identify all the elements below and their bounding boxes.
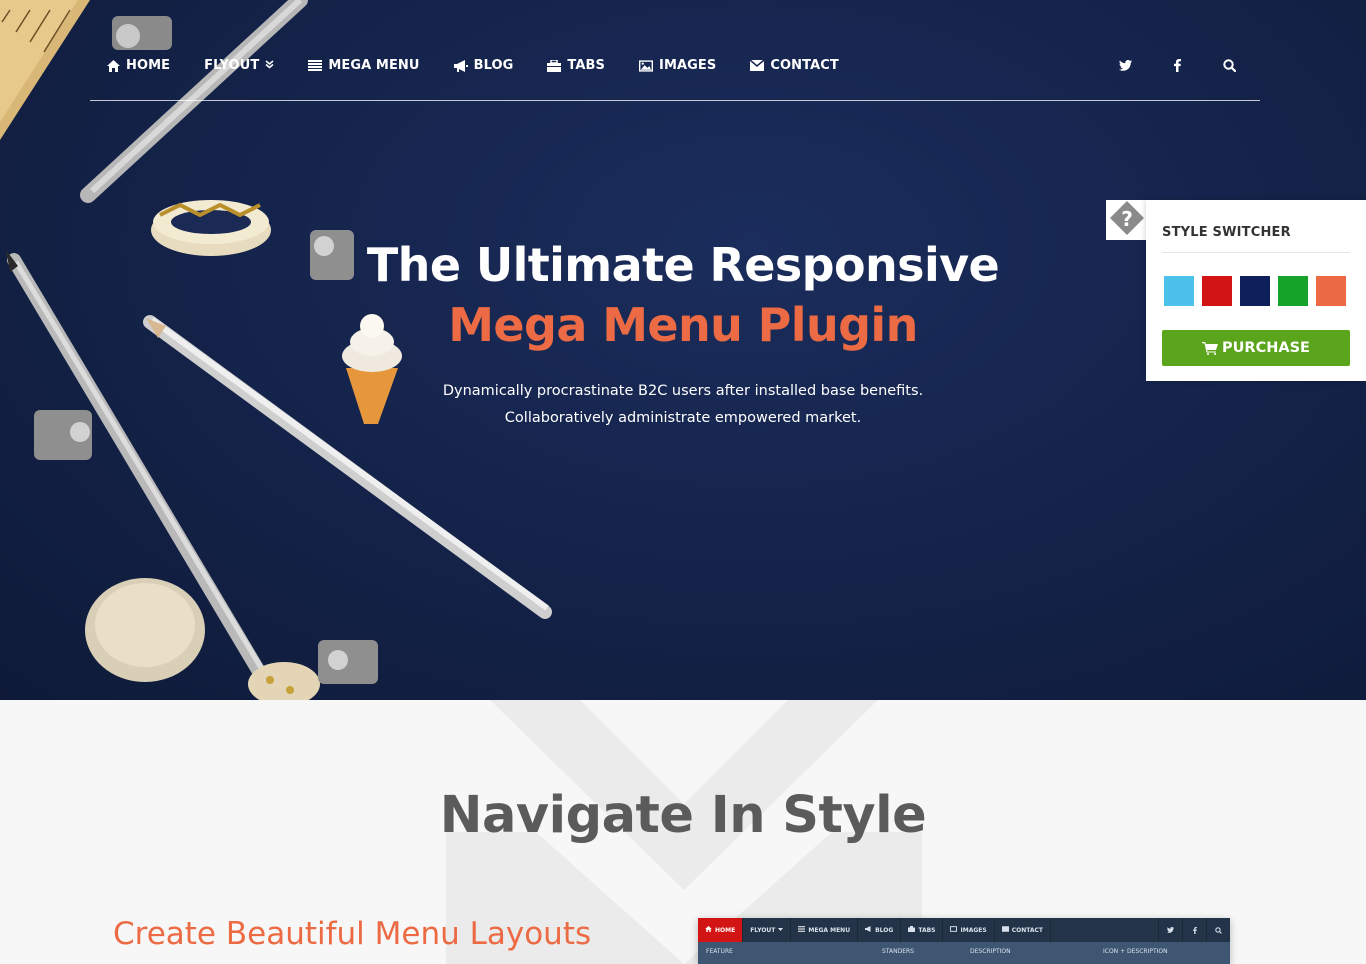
purchase-button[interactable]: PURCHASE: [1162, 330, 1350, 366]
envelope-icon: [1001, 926, 1009, 934]
nav-item-images[interactable]: IMAGES: [639, 58, 716, 73]
preview-column-standers: STANDERS: [882, 948, 914, 955]
nav-item-tabs[interactable]: TABS: [547, 58, 605, 73]
chevron-down-icon: [265, 59, 274, 72]
nav-item-label: FLYOUT: [204, 58, 260, 73]
preview-nav-mega-menu: MEGA MENU: [791, 918, 859, 942]
preview-column-feature: FEATURE: [706, 948, 733, 955]
nav-menu: HOME FLYOUT MEGA MENU BLOG TABS IMAGES C…: [106, 58, 873, 73]
nav-item-label: CONTACT: [770, 58, 839, 73]
swatch-orange[interactable]: [1316, 276, 1346, 306]
preview-mega-menu-header: FEATURE STANDERS DESCRIPTION ICON + DESC…: [698, 942, 1230, 964]
facebook-icon[interactable]: [1170, 58, 1184, 72]
preview-navbar: HOME FLYOUT MEGA MENU BLOG TABS IMAGES C…: [698, 918, 1230, 942]
color-swatches: [1164, 276, 1354, 306]
nav-item-mega-menu[interactable]: MEGA MENU: [308, 58, 419, 73]
twitter-icon: [1158, 918, 1182, 942]
purchase-label: PURCHASE: [1222, 340, 1310, 356]
section-title: Navigate In Style: [439, 786, 927, 845]
swatch-navy[interactable]: [1240, 276, 1270, 306]
preview-column-description: DESCRIPTION: [970, 948, 1011, 955]
nav-item-label: MEGA MENU: [328, 58, 420, 73]
nav-item-flyout[interactable]: FLYOUT: [204, 58, 274, 73]
chevron-down-icon: [778, 927, 784, 934]
facebook-icon: [1182, 918, 1206, 942]
divider: [1162, 252, 1350, 253]
preview-nav-blog: BLOG: [858, 918, 902, 942]
search-icon: [1206, 918, 1230, 942]
nav-item-label: BLOG: [473, 58, 514, 73]
envelope-icon: [750, 59, 765, 73]
nav-item-blog[interactable]: BLOG: [453, 58, 514, 73]
nav-social-links: [1080, 58, 1236, 72]
hero-subtitle-line2: Collaboratively administrate empowered m…: [504, 410, 862, 426]
briefcase-icon: [547, 59, 562, 73]
svg-text:?: ?: [1121, 207, 1133, 231]
twitter-icon[interactable]: [1118, 58, 1132, 72]
preview-nav-home: HOME: [698, 918, 744, 942]
preview-nav-tabs: TABS: [901, 918, 944, 942]
nav-item-label: HOME: [126, 58, 171, 73]
style-switcher-panel: STYLE SWITCHER PURCHASE: [1146, 200, 1366, 381]
main-navbar: HOME FLYOUT MEGA MENU BLOG TABS IMAGES C…: [90, 40, 1260, 101]
briefcase-icon: [908, 926, 916, 934]
nav-item-home[interactable]: HOME: [106, 58, 170, 73]
image-icon: [639, 59, 654, 73]
nav-item-label: TABS: [567, 58, 606, 73]
preview-nav-flyout: FLYOUT: [743, 918, 792, 942]
list-icon: [798, 926, 806, 934]
search-icon[interactable]: [1222, 58, 1236, 72]
swatch-green[interactable]: [1278, 276, 1308, 306]
style-switcher-title: STYLE SWITCHER: [1162, 225, 1291, 240]
features-section: Navigate In Style Create Beautiful Menu …: [0, 700, 1366, 964]
preview-nav-images: IMAGES: [943, 918, 995, 942]
home-icon: [705, 926, 712, 934]
bullhorn-icon: [865, 926, 872, 934]
question-diamond-icon: ?: [1108, 199, 1146, 241]
nav-item-label: IMAGES: [659, 58, 717, 73]
preview-nav-contact: CONTACT: [995, 918, 1051, 942]
swatch-light-blue[interactable]: [1164, 276, 1194, 306]
hero-subtitle-line1: Dynamically procrastinate B2C users afte…: [442, 383, 924, 399]
menu-preview-image: HOME FLYOUT MEGA MENU BLOG TABS IMAGES C…: [698, 918, 1230, 964]
image-icon: [950, 926, 958, 934]
home-icon: [106, 59, 120, 73]
style-switcher-toggle[interactable]: ?: [1106, 200, 1148, 240]
swatch-red[interactable]: [1202, 276, 1232, 306]
bullhorn-icon: [453, 59, 468, 73]
ruler-decoration: [0, 0, 90, 140]
subsection-title: Create Beautiful Menu Layouts: [113, 916, 592, 952]
list-icon: [308, 59, 323, 73]
nav-item-contact[interactable]: CONTACT: [750, 58, 839, 73]
shopping-cart-icon: [1202, 341, 1219, 355]
preview-social: [1158, 918, 1230, 942]
preview-column-icon-description: ICON + DESCRIPTION: [1103, 948, 1168, 955]
